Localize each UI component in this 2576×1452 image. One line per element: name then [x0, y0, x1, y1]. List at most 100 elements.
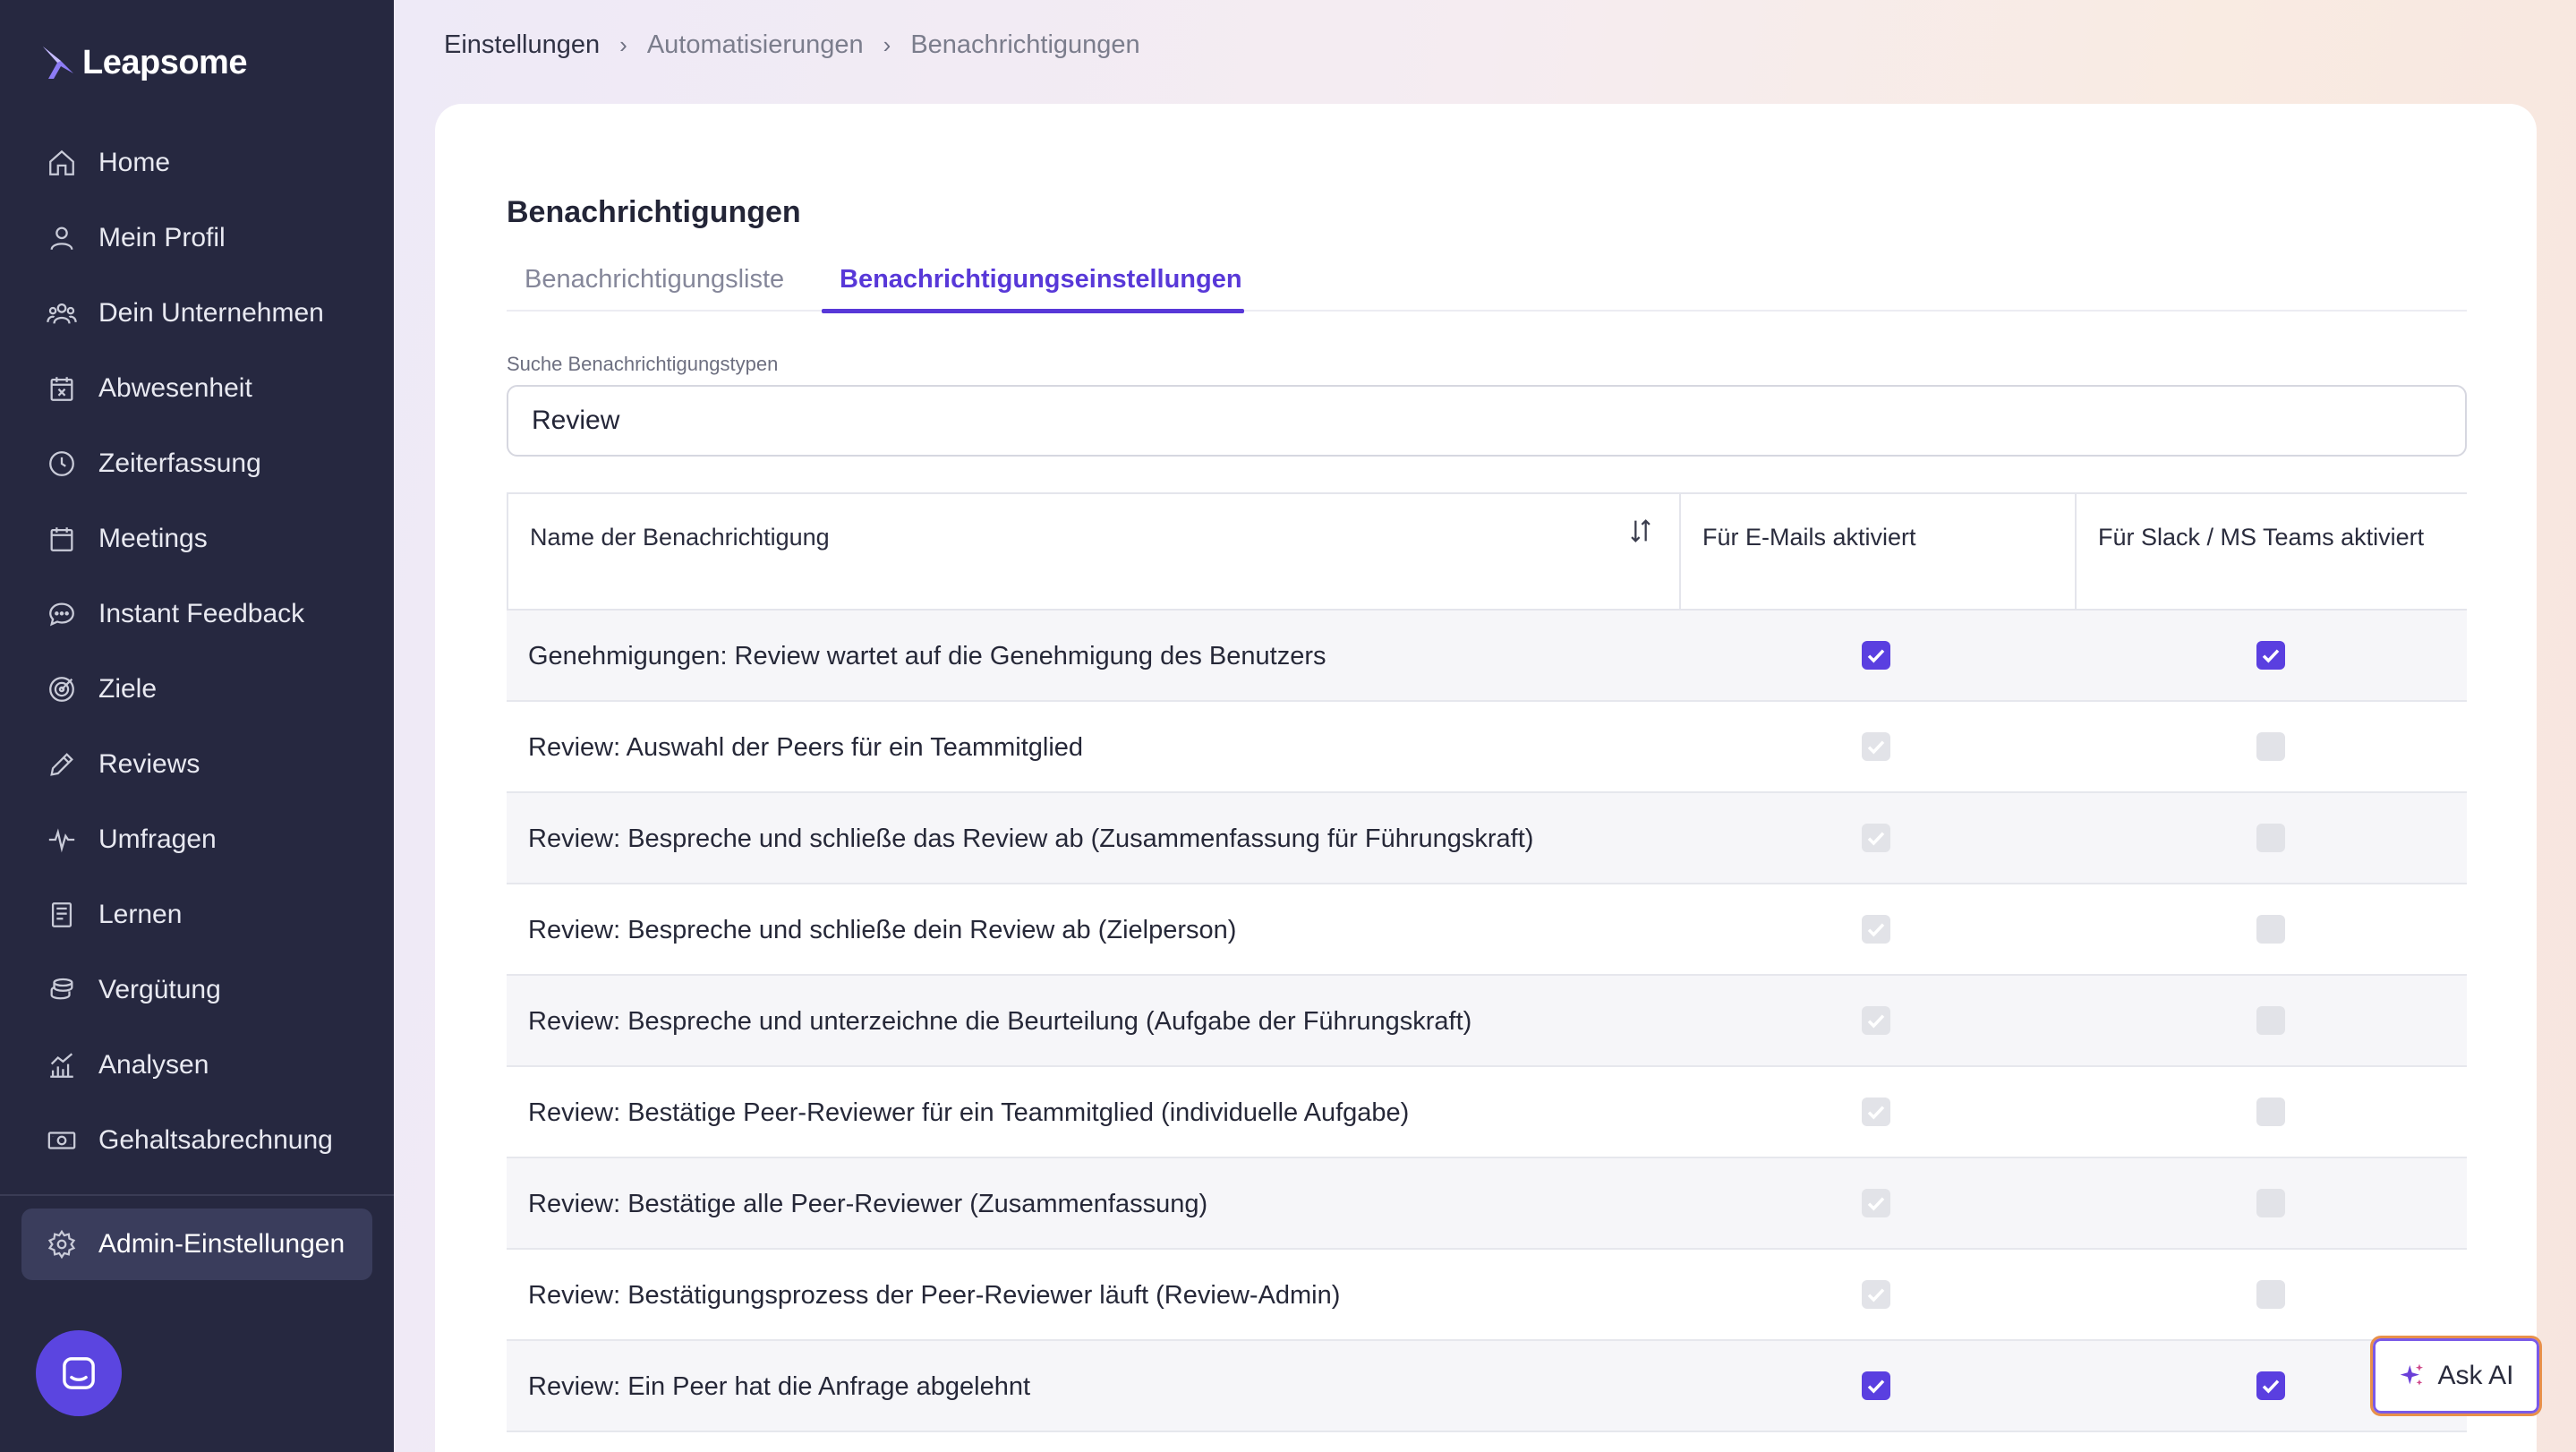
notification-name: Review: Ein Peer hat die Anfrage abgeleh…	[528, 1372, 1031, 1401]
notification-name: Review: Auswahl der Peers für ein Teammi…	[528, 733, 1084, 762]
check-icon	[1867, 1379, 1885, 1394]
breadcrumb-item-automatisierungen[interactable]: Automatisierungen	[647, 30, 864, 60]
sidebar-item-label: Home	[98, 148, 171, 177]
leapsome-logo[interactable]: Leapsome	[39, 43, 247, 82]
column-header-name[interactable]: Name der Benachrichtigung	[508, 494, 1681, 609]
sidebar-item-label: Analysen	[98, 1050, 209, 1080]
sidebar-item-label: Abwesenheit	[98, 373, 252, 403]
sidebar-item-admin-einstellungen[interactable]: Admin-Einstellungen	[21, 1209, 372, 1280]
chevron-right-icon: ›	[619, 31, 627, 58]
column-header-email: Für E-Mails aktiviert	[1681, 494, 2077, 609]
target-icon	[47, 674, 77, 705]
calendar-x-icon	[47, 373, 77, 404]
slack-checkbox[interactable]	[2256, 1371, 2285, 1400]
page-title: Benachrichtigungen	[507, 195, 801, 229]
sidebar-item-instant-feedback[interactable]: Instant Feedback	[0, 577, 394, 652]
content-card: Benachrichtigungen Benachrichtigungslist…	[435, 104, 2537, 1452]
slack-checkbox	[2256, 1189, 2285, 1217]
email-checkbox[interactable]	[1862, 1371, 1890, 1400]
notification-name: Review: Bestätigungsprozess der Peer-Rev…	[528, 1281, 1341, 1310]
ask-ai-button[interactable]: Ask AI	[2370, 1336, 2542, 1416]
sidebar-item-reviews[interactable]: Reviews	[0, 727, 394, 802]
notification-name: Review: Bestätige alle Peer-Reviewer (Zu…	[528, 1190, 1208, 1218]
sidebar-item-label: Admin-Einstellungen	[98, 1229, 345, 1259]
sidebar-item-label: Zeiterfassung	[98, 448, 261, 478]
sidebar-item-mein-profil[interactable]: Mein Profil	[0, 201, 394, 276]
pulse-icon	[47, 824, 77, 855]
breadcrumb-item-benachrichtigungen: Benachrichtigungen	[910, 30, 1140, 59]
notification-name: Review: Bespreche und unterzeichne die B…	[528, 1007, 1472, 1036]
check-icon	[2262, 649, 2280, 663]
sidebar-item-meetings[interactable]: Meetings	[0, 501, 394, 577]
table-row: Review: Bespreche und schließe dein Revi…	[507, 884, 2467, 976]
sidebar-item-label: Umfragen	[98, 824, 217, 854]
pencil-icon	[47, 749, 77, 780]
column-header-slack: Für Slack / MS Teams aktiviert	[2077, 494, 2469, 609]
brand-name: Leapsome	[82, 43, 247, 81]
table-row: Review: Ein Peer hat die Anfrage abgeleh…	[507, 1341, 2467, 1432]
sidebar-divider	[0, 1194, 394, 1196]
chat-icon	[47, 599, 77, 629]
sidebar-item-umfragen[interactable]: Umfragen	[0, 802, 394, 877]
email-checkbox	[1862, 824, 1890, 852]
notification-name: Review: Bespreche und schließe das Revie…	[528, 824, 1534, 853]
sidebar-item-gehaltsabrechnung[interactable]: Gehaltsabrechnung	[0, 1103, 394, 1178]
breadcrumb-item-einstellungen[interactable]: Einstellungen	[444, 30, 600, 60]
email-checkbox	[1862, 1189, 1890, 1217]
slack-checkbox	[2256, 732, 2285, 761]
check-icon	[1867, 832, 1885, 846]
tab-benachrichtigungseinstellungen[interactable]: Benachrichtigungseinstellungen	[822, 265, 1244, 313]
check-icon	[1867, 923, 1885, 937]
sidebar-item-abwesenheit[interactable]: Abwesenheit	[0, 351, 394, 426]
sidebar-item-label: Dein Unternehmen	[98, 298, 324, 328]
sidebar-item-zeiterfassung[interactable]: Zeiterfassung	[0, 426, 394, 501]
slack-checkbox	[2256, 1006, 2285, 1035]
table-row: Review: Bespreche und unterzeichne die B…	[507, 976, 2467, 1067]
check-icon	[1867, 649, 1885, 663]
email-checkbox	[1862, 1280, 1890, 1309]
chat-launcher-button[interactable]	[36, 1330, 122, 1416]
book-icon	[47, 900, 77, 930]
users-icon	[47, 298, 77, 329]
sidebar-item-lernen[interactable]: Lernen	[0, 877, 394, 952]
notification-name: Review: Bestätige Peer-Reviewer für ein …	[528, 1098, 1410, 1127]
gear-icon	[47, 1229, 77, 1260]
sidebar-item-label: Ziele	[98, 674, 158, 704]
tab-benachrichtigungsliste[interactable]: Benachrichtigungsliste	[525, 265, 784, 312]
search-label: Suche Benachrichtigungstypen	[507, 353, 779, 375]
chevron-right-icon: ›	[883, 31, 891, 58]
sidebar-item-label: Meetings	[98, 524, 208, 553]
table-row: Genehmigungen: Review wartet auf die Gen…	[507, 611, 2467, 702]
slack-checkbox	[2256, 824, 2285, 852]
check-icon	[1867, 1014, 1885, 1029]
table-body: Genehmigungen: Review wartet auf die Gen…	[507, 611, 2467, 1432]
search-input[interactable]	[507, 385, 2467, 457]
sidebar-item-label: Gehaltsabrechnung	[98, 1125, 333, 1155]
sidebar-item-ziele[interactable]: Ziele	[0, 652, 394, 727]
email-checkbox[interactable]	[1862, 641, 1890, 670]
table-row: Review: Auswahl der Peers für ein Teammi…	[507, 702, 2467, 793]
email-checkbox	[1862, 915, 1890, 944]
table-row: Review: Bestätige Peer-Reviewer für ein …	[507, 1067, 2467, 1158]
slack-checkbox[interactable]	[2256, 641, 2285, 670]
notification-name: Review: Bespreche und schließe dein Revi…	[528, 916, 1237, 944]
table-header: Name der Benachrichtigung Für E-Mails ak…	[507, 492, 2467, 611]
column-header-label: Für E-Mails aktiviert	[1702, 524, 1916, 551]
notification-table: Name der Benachrichtigung Für E-Mails ak…	[507, 492, 2467, 1432]
sidebar-item-analysen[interactable]: Analysen	[0, 1028, 394, 1103]
sidebar: Leapsome Home Mein Profil Dein Unternehm…	[0, 0, 394, 1452]
sidebar-item-verguetung[interactable]: Vergütung	[0, 952, 394, 1028]
sidebar-item-home[interactable]: Home	[0, 125, 394, 201]
sidebar-item-label: Mein Profil	[98, 223, 226, 252]
email-checkbox	[1862, 1006, 1890, 1035]
table-row: Review: Bestätigungsprozess der Peer-Rev…	[507, 1250, 2467, 1341]
sidebar-item-dein-unternehmen[interactable]: Dein Unternehmen	[0, 276, 394, 351]
sidebar-item-label: Reviews	[98, 749, 200, 779]
sort-icon[interactable]	[1625, 516, 1656, 546]
coins-icon	[47, 975, 77, 1005]
table-row: Review: Bespreche und schließe das Revie…	[507, 793, 2467, 884]
notification-name: Genehmigungen: Review wartet auf die Gen…	[528, 642, 1326, 670]
column-header-label: Für Slack / MS Teams aktiviert	[2098, 524, 2425, 551]
chat-bubble-icon	[63, 1357, 95, 1389]
column-header-label: Name der Benachrichtigung	[530, 524, 830, 551]
